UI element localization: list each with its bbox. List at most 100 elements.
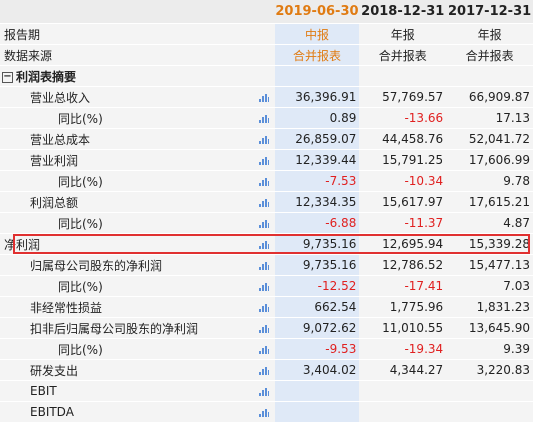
cell-value: 7.03 (446, 275, 533, 297)
cell-value: 17,615.21 (446, 191, 533, 213)
cell-value: 12,786.52 (359, 254, 447, 276)
cell-value (359, 401, 447, 423)
row-label: 营业总收入 (0, 86, 255, 108)
row-label: 同比(%) (0, 338, 255, 360)
bar-chart-icon[interactable] (254, 86, 275, 108)
cell-value: 26,859.07 (274, 128, 360, 150)
cell-value: -13.66 (359, 107, 447, 129)
table-row[interactable]: 同比(%) 0.89 -13.66 17.13 (0, 107, 533, 129)
cell-value: 662.54 (274, 296, 360, 318)
cell-value: -19.34 (359, 338, 447, 360)
table-row[interactable]: EBITDA (0, 401, 533, 423)
cell-value: 4.87 (446, 212, 533, 234)
row-label: EBIT (0, 380, 255, 402)
cell-value: 15,477.13 (446, 254, 533, 276)
bar-chart-icon[interactable] (254, 401, 275, 423)
data-source-value: 合并报表 (446, 44, 533, 66)
table-row[interactable]: 研发支出 3,404.02 4,344.27 3,220.83 (0, 359, 533, 381)
cell-value: 12,695.94 (359, 233, 447, 255)
bar-chart-icon[interactable] (254, 275, 275, 297)
row-label: 数据来源 (0, 44, 255, 66)
cell-value: 1,775.96 (359, 296, 447, 318)
row-label: 净利润 (0, 233, 255, 255)
report-period-value: 年报 (446, 23, 533, 45)
cell-value (359, 380, 447, 402)
row-label: 非经常性损益 (0, 296, 255, 318)
section-label: 利润表摘要 (16, 69, 77, 84)
bar-chart-icon[interactable] (254, 212, 275, 234)
cell-value: -12.52 (274, 275, 360, 297)
table-row[interactable]: 同比(%) -7.53 -10.34 9.78 (0, 170, 533, 192)
table-row[interactable]: 非经常性损益 662.54 1,775.96 1,831.23 (0, 296, 533, 318)
bar-chart-icon[interactable] (254, 170, 275, 192)
cell-value: 1,831.23 (446, 296, 533, 318)
row-label: EBITDA (0, 401, 255, 423)
report-period-value: 年报 (359, 23, 447, 45)
table-row[interactable]: EBIT (0, 380, 533, 402)
table-row[interactable]: 营业总收入 36,396.91 57,769.57 66,909.87 (0, 86, 533, 108)
cell-value: 57,769.57 (359, 86, 447, 108)
table-row[interactable]: 扣非后归属母公司股东的净利润 9,072.62 11,010.55 13,645.90 (0, 317, 533, 339)
cell-value (446, 401, 533, 423)
cell-value: -10.34 (359, 170, 447, 192)
table-row[interactable]: 归属母公司股东的净利润 9,735.16 12,786.52 15,477.13 (0, 254, 533, 276)
bar-chart-icon[interactable] (254, 254, 275, 276)
cell-value: 3,404.02 (274, 359, 360, 381)
cell-value: 52,041.72 (446, 128, 533, 150)
report-period-value: 中报 (274, 23, 360, 45)
table-row[interactable]: 同比(%) -12.52 -17.41 7.03 (0, 275, 533, 297)
cell-value: 0.89 (274, 107, 360, 129)
cell-value: 66,909.87 (446, 86, 533, 108)
bar-chart-icon[interactable] (254, 338, 275, 360)
bar-chart-icon[interactable] (254, 128, 275, 150)
row-label: 归属母公司股东的净利润 (0, 254, 255, 276)
data-source-value: 合并报表 (359, 44, 447, 66)
cell-value (446, 380, 533, 402)
cell-value: 12,334.35 (274, 191, 360, 213)
row-label: 营业总成本 (0, 128, 255, 150)
cell-value: 15,791.25 (359, 149, 447, 171)
table-row[interactable]: 同比(%) -6.88 -11.37 4.87 (0, 212, 533, 234)
bar-chart-icon[interactable] (254, 149, 275, 171)
cell-value: 9,072.62 (274, 317, 360, 339)
table-row[interactable]: 利润总额 12,334.35 15,617.97 17,615.21 (0, 191, 533, 213)
cell-value: 9.39 (446, 338, 533, 360)
row-label: 同比(%) (0, 212, 255, 234)
cell-value: -7.53 (274, 170, 360, 192)
row-label: 报告期 (0, 23, 255, 45)
bar-chart-icon[interactable] (254, 191, 275, 213)
cell-value: 15,339.28 (446, 233, 533, 255)
data-source-value: 合并报表 (274, 44, 360, 66)
bar-chart-icon[interactable] (254, 233, 275, 255)
table-row[interactable]: 营业利润 12,339.44 15,791.25 17,606.99 (0, 149, 533, 171)
table-row[interactable]: 同比(%) -9.53 -19.34 9.39 (0, 338, 533, 360)
period-header-2[interactable]: 2018-12-31 (359, 0, 447, 24)
bar-chart-icon[interactable] (254, 107, 275, 129)
table-row[interactable]: 净利润 9,735.16 12,695.94 15,339.28 (0, 233, 533, 255)
header-icon-blank (254, 0, 275, 24)
row-label: 研发支出 (0, 359, 255, 381)
income-statement-table: 2019-06-30 2018-12-31 2017-12-31 报告期 中报 … (0, 0, 533, 423)
section-header-row[interactable]: − 利润表摘要 (0, 65, 533, 87)
section-title[interactable]: − 利润表摘要 (0, 65, 255, 87)
report-period-row: 报告期 中报 年报 年报 (0, 23, 533, 45)
table-row[interactable]: 营业总成本 26,859.07 44,458.76 52,041.72 (0, 128, 533, 150)
cell-value: 44,458.76 (359, 128, 447, 150)
bar-chart-icon[interactable] (254, 359, 275, 381)
data-source-row: 数据来源 合并报表 合并报表 合并报表 (0, 44, 533, 66)
cell-value: 9.78 (446, 170, 533, 192)
cell-value: 4,344.27 (359, 359, 447, 381)
collapse-minus-icon[interactable]: − (2, 71, 13, 83)
cell-value: 3,220.83 (446, 359, 533, 381)
period-header-1[interactable]: 2019-06-30 (274, 0, 360, 24)
row-label: 扣非后归属母公司股东的净利润 (0, 317, 255, 339)
cell-value: 36,396.91 (274, 86, 360, 108)
bar-chart-icon[interactable] (254, 380, 275, 402)
row-label: 同比(%) (0, 170, 255, 192)
cell-value (274, 401, 360, 423)
cell-value: -6.88 (274, 212, 360, 234)
header-blank (0, 0, 255, 24)
bar-chart-icon[interactable] (254, 317, 275, 339)
bar-chart-icon[interactable] (254, 296, 275, 318)
period-header-3[interactable]: 2017-12-31 (446, 0, 533, 24)
